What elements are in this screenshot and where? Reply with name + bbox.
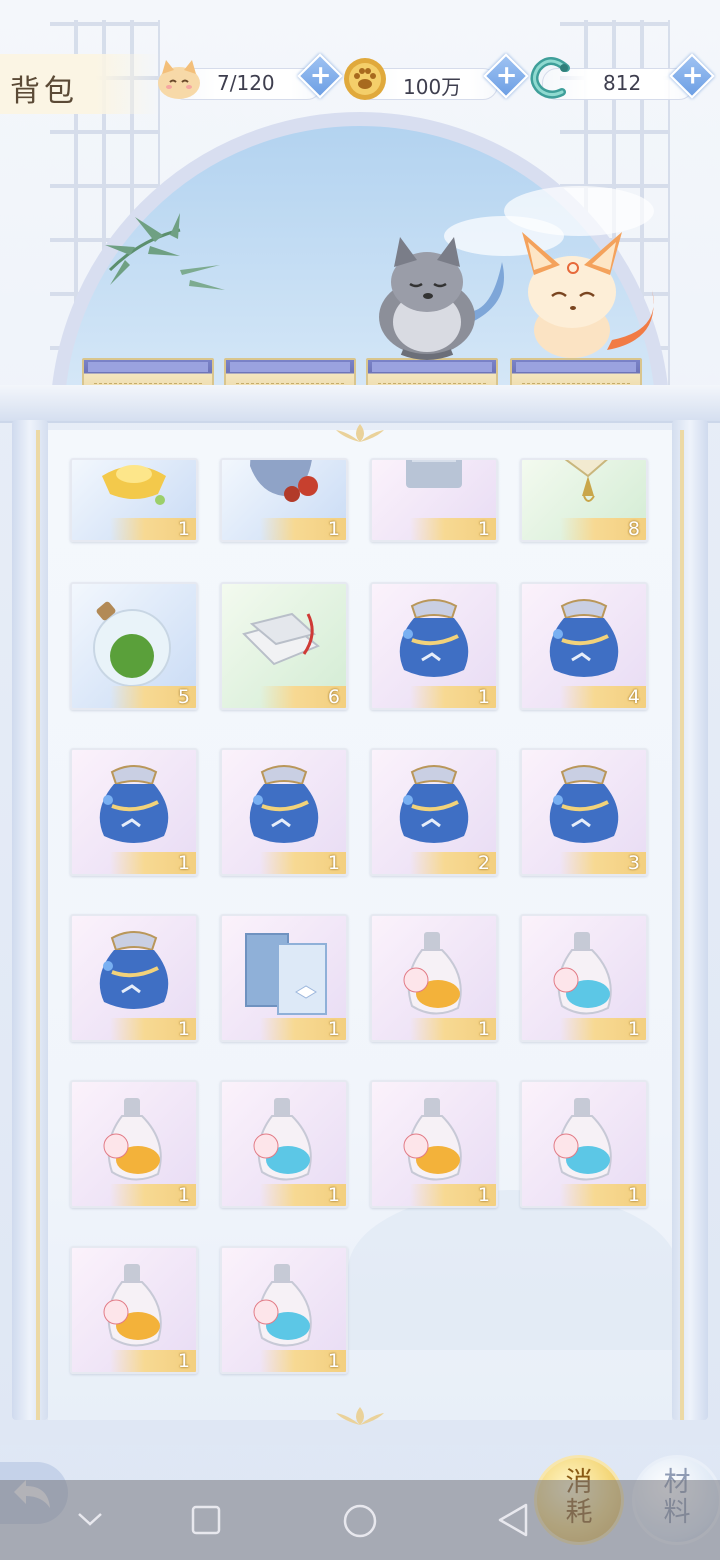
gray-wolf-pet-icon[interactable] [372,232,522,362]
item-quantity: 1 [177,1018,190,1040]
mountain-mist [348,1190,672,1350]
inventory-slot[interactable]: 3 [520,748,648,876]
blue-lucky-bag-icon [549,599,619,677]
inventory-slot[interactable]: 1 [220,1246,348,1374]
item-quantity: 1 [327,518,340,540]
double-orange-bottle-icon [103,1098,162,1181]
inventory-slot[interactable]: 1 [220,914,348,1042]
item-quantity: 1 [477,686,490,708]
item-quantity: 1 [327,852,340,874]
page-title: 背包 [10,74,78,109]
inventory-slot[interactable]: 1 [220,748,348,876]
item-quantity: 1 [177,1184,190,1206]
double-orange-bottle-icon [403,1098,462,1181]
title-banner: 背包 [0,54,160,114]
plus-icon: + [681,60,704,91]
gold-trim-left [36,430,40,1420]
pet-capacity-value: 7/120 [217,71,275,95]
household-book-icon [245,933,327,1015]
gold-ingot-icon [102,465,166,505]
blue-lucky-bag-icon [99,765,169,843]
home-circle-icon[interactable] [342,1503,378,1539]
item-quantity: 3 [627,852,640,874]
chevron-down-icon[interactable] [76,1510,104,1528]
inventory-slot[interactable]: 1 [220,1080,348,1208]
pillar-right [672,420,708,1420]
item-quantity: 1 [177,1350,190,1372]
inventory-slot[interactable]: 1 [370,458,498,542]
lotus-ornament-icon [336,1407,384,1425]
inventory-top-band [0,385,720,423]
blue-lucky-bag-icon [249,765,319,843]
item-quantity: 1 [327,1184,340,1206]
inventory-slot[interactable]: 1 [70,914,198,1042]
inventory-slot[interactable]: 2 [370,748,498,876]
double-blue-bottle-icon [253,1098,312,1181]
bamboo-leaves-icon [105,213,225,290]
double-orange-bottle-icon [103,1264,162,1347]
gold-paw-coin-icon [344,58,386,100]
cat-bun-icon [158,60,200,99]
pillar-left [12,420,48,1420]
inventory-slot[interactable]: 1 [370,1080,498,1208]
gold-trim-right [680,430,684,1420]
double-blue-bottle-icon [253,1264,312,1347]
blue-lucky-bag-icon [99,931,169,1009]
inventory-slot[interactable]: 1 [370,914,498,1042]
folding-fan-icon [564,460,608,502]
jade-dragon-icon [530,57,570,99]
green-potion-flask-icon [93,601,171,687]
item-quantity: 1 [627,1184,640,1206]
blue-lucky-bag-icon [399,599,469,677]
resource-bar: 背包 7/120 + 100万 + 812 + [0,50,720,116]
double-blue-bottle-icon [553,932,612,1015]
item-quantity: 8 [627,518,640,540]
blue-lucky-bag-icon [549,765,619,843]
item-quantity: 1 [477,1018,490,1040]
double-orange-bottle-icon [403,932,462,1015]
red-orb-box-icon [406,460,462,488]
lotus-ornament-icon [336,424,384,442]
inventory-slot[interactable]: 1 [520,914,648,1042]
double-blue-bottle-icon [553,1098,612,1181]
jade-value: 812 [603,71,642,95]
item-quantity: 2 [477,852,490,874]
cloth-pouch-icon [250,460,318,502]
inventory-slot[interactable]: 1 [70,1246,198,1374]
inventory-slot[interactable]: 1 [220,458,348,542]
inventory-slot[interactable]: 5 [70,582,198,710]
inventory-slot[interactable]: 1 [70,1080,198,1208]
item-quantity: 4 [627,686,640,708]
coin-value: 100万 [403,75,462,99]
scroll-papers-icon [242,612,320,666]
inventory-slot[interactable]: 6 [220,582,348,710]
inventory-slot[interactable]: 4 [520,582,648,710]
system-nav-bar [0,1480,720,1560]
item-quantity: 1 [177,518,190,540]
item-quantity: 1 [177,852,190,874]
item-quantity: 1 [327,1350,340,1372]
inventory-slot[interactable]: 1 [370,582,498,710]
orange-fox-pet-icon[interactable] [512,230,672,365]
blue-lucky-bag-icon [399,765,469,843]
item-quantity: 1 [327,1018,340,1040]
item-quantity: 1 [477,1184,490,1206]
inventory-slot[interactable]: 1 [520,1080,648,1208]
plus-icon: + [495,60,518,91]
plus-icon: + [309,60,332,91]
item-quantity: 6 [327,686,340,708]
recents-square-icon[interactable] [190,1504,222,1536]
inventory-slot[interactable]: 1 [70,458,198,542]
back-triangle-icon[interactable] [496,1502,530,1538]
item-quantity: 1 [477,518,490,540]
item-quantity: 5 [177,686,190,708]
inventory-slot[interactable]: 1 [70,748,198,876]
item-quantity: 1 [627,1018,640,1040]
inventory-slot[interactable]: 8 [520,458,648,542]
